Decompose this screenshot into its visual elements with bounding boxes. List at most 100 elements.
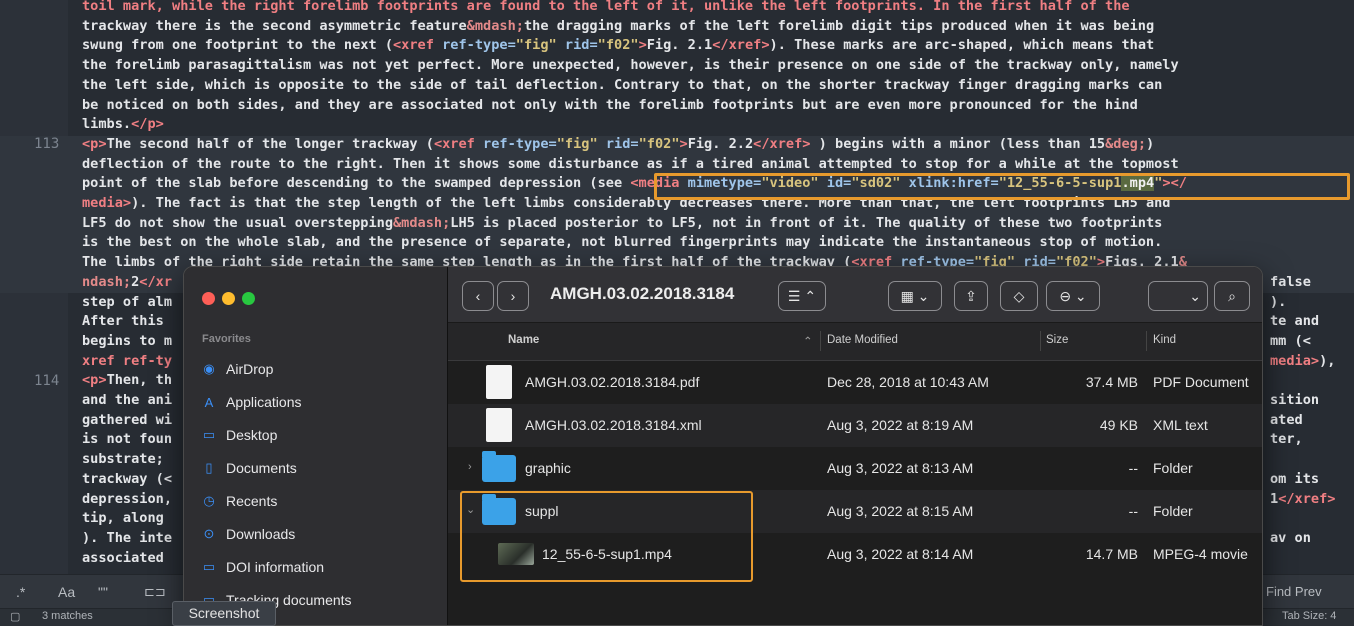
code-line[interactable]: depression, bbox=[82, 489, 172, 509]
code-line[interactable]: limbs.</p> bbox=[82, 114, 164, 134]
line-number: 114 bbox=[34, 373, 60, 389]
tab-size-selector[interactable]: Tab Size: 4 bbox=[1282, 610, 1336, 622]
forward-button[interactable]: › bbox=[497, 281, 529, 311]
code-line-fragment[interactable]: media>), bbox=[1270, 351, 1335, 371]
sidebar-item-documents[interactable]: ▯ Documents bbox=[200, 456, 440, 480]
code-line-fragment[interactable]: te and bbox=[1270, 311, 1319, 331]
sidebar-item-recents[interactable]: ◷ Recents bbox=[200, 489, 440, 513]
code-line[interactable]: begins to m bbox=[82, 331, 172, 351]
action-button[interactable]: ⊖ ⌄ bbox=[1046, 281, 1100, 311]
group-button[interactable]: ▦ ⌄ bbox=[888, 281, 942, 311]
column-date-modified[interactable]: Date Modified bbox=[827, 334, 898, 346]
share-button[interactable]: ⇪ bbox=[954, 281, 988, 311]
sidebar-item-desktop[interactable]: ▭ Desktop bbox=[200, 423, 440, 447]
xml-file-icon bbox=[486, 408, 512, 442]
column-kind[interactable]: Kind bbox=[1153, 334, 1176, 346]
code-line[interactable]: deflection of the route to the right. Th… bbox=[82, 154, 1179, 174]
line-number: 113 bbox=[34, 136, 60, 152]
panel-icon[interactable]: ▢ bbox=[10, 610, 20, 623]
zoom-button[interactable] bbox=[242, 292, 255, 305]
sidebar-item-downloads[interactable]: ⊙ Downloads bbox=[200, 522, 440, 546]
code-line[interactable]: toil mark, while the right forelimb foot… bbox=[82, 0, 1130, 16]
file-kind: PDF Document bbox=[1153, 374, 1249, 390]
regex-toggle[interactable]: .* bbox=[16, 581, 25, 603]
applications-icon: A bbox=[204, 394, 214, 410]
code-line-fragment[interactable]: av on bbox=[1270, 528, 1311, 548]
column-size[interactable]: Size bbox=[1046, 334, 1068, 346]
code-line[interactable]: LF5 do not show the usual overstepping&m… bbox=[82, 213, 1162, 233]
file-size: -- bbox=[1128, 460, 1138, 476]
sort-indicator-icon: ⌃ bbox=[803, 336, 813, 348]
code-line[interactable]: be noticed on both sides, and they are a… bbox=[82, 95, 1138, 115]
code-line[interactable]: ndash;2</xr bbox=[82, 272, 172, 292]
code-line-fragment[interactable]: ated bbox=[1270, 410, 1303, 430]
minimize-button[interactable] bbox=[222, 292, 235, 305]
column-name[interactable]: Name bbox=[508, 334, 539, 346]
code-line[interactable]: trackway there is the second asymmetric … bbox=[82, 16, 1154, 36]
file-kind: MPEG-4 movie bbox=[1153, 546, 1248, 562]
list-view-icon: ☰ ⌃ bbox=[787, 287, 817, 304]
file-date: Dec 28, 2018 at 10:43 AM bbox=[827, 374, 989, 390]
find-prev-button[interactable]: Find Prev bbox=[1266, 581, 1322, 603]
favorites-heading: Favorites bbox=[202, 333, 251, 345]
in-selection-icon[interactable]: ⊏⊐ bbox=[144, 581, 166, 603]
pdf-file-icon bbox=[486, 365, 512, 399]
code-line[interactable]: associated bbox=[82, 548, 172, 568]
code-line[interactable]: substrate; bbox=[82, 449, 172, 469]
search-button[interactable]: ⌕ bbox=[1214, 281, 1250, 311]
code-line[interactable]: gathered wi bbox=[82, 410, 172, 430]
disclosure-right-icon[interactable]: › bbox=[468, 462, 478, 473]
file-name: AMGH.03.02.2018.3184.pdf bbox=[525, 374, 700, 390]
code-line[interactable]: is not foun bbox=[82, 429, 172, 449]
code-line[interactable]: the forelimb parasagittalism was not yet… bbox=[82, 55, 1179, 75]
code-line-fragment[interactable]: false bbox=[1270, 272, 1311, 292]
code-line[interactable]: ). The inte bbox=[82, 528, 172, 548]
code-line-fragment[interactable]: 1</xref> bbox=[1270, 489, 1335, 509]
downloads-icon: ⊙ bbox=[203, 526, 215, 541]
sidebar-item-label: Documents bbox=[226, 460, 297, 476]
finder-sidebar: Favorites ◉ AirDrop A Applications ▭ Desktop ▯… bbox=[184, 267, 448, 625]
file-row-pdf[interactable]: AMGH.03.02.2018.3184.pdf Dec 28, 2018 at… bbox=[448, 361, 1262, 404]
code-line[interactable]: swung from one footprint to the next (<x… bbox=[82, 35, 1154, 55]
folder-title: AMGH.03.02.2018.3184 bbox=[550, 284, 735, 303]
file-name: graphic bbox=[525, 460, 571, 476]
sidebar-item-label: AirDrop bbox=[226, 361, 274, 377]
file-size: -- bbox=[1128, 503, 1138, 519]
code-line[interactable]: trackway (< bbox=[82, 469, 172, 489]
code-line[interactable]: step of alm bbox=[82, 292, 172, 312]
file-size: 49 KB bbox=[1099, 417, 1138, 433]
close-button[interactable] bbox=[202, 292, 215, 305]
file-row-graphic[interactable]: › graphic Aug 3, 2022 at 8:13 AM -- Fold… bbox=[448, 447, 1262, 490]
file-name: AMGH.03.02.2018.3184.xml bbox=[525, 417, 702, 433]
path-dropdown[interactable]: ⌄ bbox=[1148, 281, 1208, 311]
file-row-xml[interactable]: AMGH.03.02.2018.3184.xml Aug 3, 2022 at … bbox=[448, 404, 1262, 447]
tags-button[interactable]: ◇ bbox=[1000, 281, 1038, 311]
chevron-left-icon: ‹ bbox=[475, 288, 481, 304]
chevron-down-icon: ⌄ bbox=[1189, 287, 1201, 304]
code-line[interactable]: <p>Then, th bbox=[82, 370, 172, 390]
sidebar-item-airdrop[interactable]: ◉ AirDrop bbox=[200, 357, 440, 381]
code-line[interactable]: is the best on the whole slab, and the p… bbox=[82, 232, 1162, 252]
sidebar-item-applications[interactable]: A Applications bbox=[200, 390, 440, 414]
code-line-fragment[interactable]: ). bbox=[1270, 292, 1286, 312]
sidebar-item-label: Recents bbox=[226, 493, 278, 509]
whole-word-toggle[interactable]: "" bbox=[98, 581, 108, 603]
sidebar-item-label: Downloads bbox=[226, 526, 296, 542]
code-line[interactable]: xref ref-ty bbox=[82, 351, 172, 371]
code-line-fragment[interactable]: ter, bbox=[1270, 429, 1303, 449]
recents-icon: ◷ bbox=[203, 493, 215, 508]
code-line[interactable]: tip, along bbox=[82, 508, 172, 528]
code-line-fragment[interactable]: mm (< bbox=[1270, 331, 1311, 351]
case-sensitive-toggle[interactable]: Aa bbox=[58, 581, 75, 603]
code-line[interactable]: and the ani bbox=[82, 390, 172, 410]
sidebar-item-doi-information[interactable]: ▭ DOI information bbox=[200, 555, 440, 579]
view-options-button[interactable]: ☰ ⌃ bbox=[778, 281, 826, 311]
file-date: Aug 3, 2022 at 8:13 AM bbox=[827, 460, 974, 476]
back-button[interactable]: ‹ bbox=[462, 281, 494, 311]
code-line-fragment[interactable]: om its bbox=[1270, 469, 1319, 489]
code-line[interactable]: <p>The second half of the longer trackwa… bbox=[82, 134, 1154, 154]
code-line[interactable]: the left side, which is opposite to the … bbox=[82, 75, 1162, 95]
file-kind: Folder bbox=[1153, 503, 1193, 519]
code-line-fragment[interactable]: sition bbox=[1270, 390, 1319, 410]
code-line[interactable]: After this bbox=[82, 311, 172, 331]
